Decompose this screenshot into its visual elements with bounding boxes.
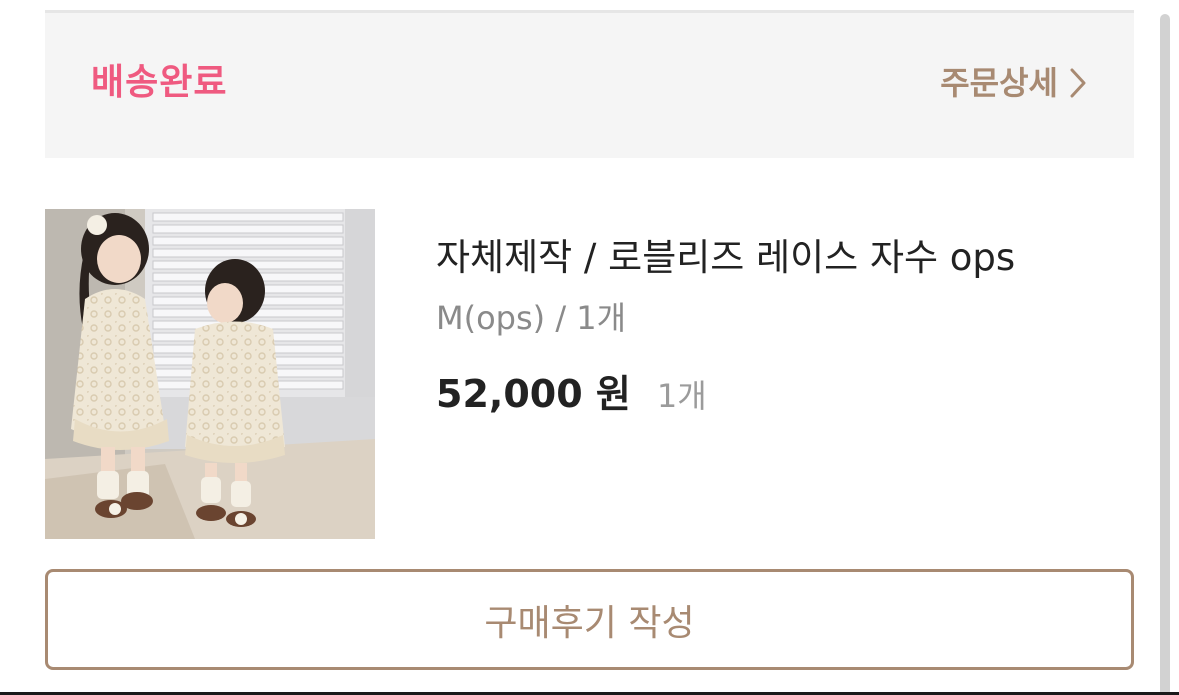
- write-review-label: 구매후기 작성: [484, 602, 695, 644]
- product-thumbnail[interactable]: [45, 209, 375, 539]
- product-quantity: 1개: [656, 377, 707, 415]
- scrollbar[interactable]: [1160, 14, 1170, 695]
- order-card-page: 배송완료 주문상세 자체제작 / 로블리즈 레이스 자수 ops M(ops) …: [0, 0, 1179, 695]
- chevron-right-icon: [1070, 68, 1086, 98]
- product-price: 52,000 원: [436, 372, 631, 416]
- price-row: 52,000 원 1개: [436, 366, 1116, 424]
- delivery-status-label: 배송완료: [91, 62, 228, 103]
- order-status-header: 배송완료 주문상세: [45, 13, 1134, 158]
- product-option: M(ops) / 1개: [436, 299, 627, 337]
- order-detail-label: 주문상세: [940, 64, 1058, 102]
- order-detail-link[interactable]: 주문상세: [940, 61, 1086, 105]
- product-info: 자체제작 / 로블리즈 레이스 자수 ops M(ops) / 1개 52,00…: [436, 230, 1116, 424]
- product-photo-image: [45, 209, 375, 539]
- product-name[interactable]: 자체제작 / 로블리즈 레이스 자수 ops: [436, 230, 1116, 286]
- write-review-button[interactable]: 구매후기 작성: [45, 569, 1134, 670]
